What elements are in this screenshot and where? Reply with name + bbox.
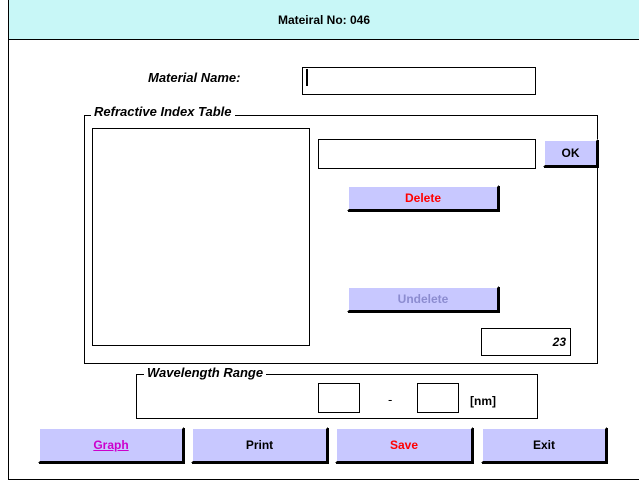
- graph-button-label: Graph: [93, 438, 129, 452]
- material-name-input[interactable]: [302, 67, 536, 95]
- ok-button[interactable]: OK: [543, 139, 598, 167]
- exit-button-label: Exit: [532, 438, 555, 452]
- save-button[interactable]: Save: [335, 427, 473, 463]
- print-button[interactable]: Print: [191, 427, 328, 463]
- wavelength-range-legend: Wavelength Range: [144, 365, 267, 380]
- wavelength-unit: [nm]: [470, 394, 496, 408]
- wavelength-min-input[interactable]: [318, 383, 360, 413]
- refractive-index-legend: Refractive Index Table: [91, 104, 235, 119]
- undelete-button[interactable]: Undelete: [347, 286, 499, 312]
- entry-count: 23: [481, 328, 571, 356]
- range-separator: -: [388, 392, 393, 407]
- text-cursor: [306, 69, 308, 86]
- graph-button[interactable]: Graph: [38, 427, 184, 463]
- print-button-label: Print: [245, 438, 274, 452]
- save-button-label: Save: [389, 438, 419, 452]
- delete-button[interactable]: Delete: [347, 185, 499, 211]
- refractive-entry-input[interactable]: [318, 139, 536, 169]
- wavelength-max-input[interactable]: [417, 383, 459, 413]
- window-title: Mateiral No: 046: [277, 13, 371, 27]
- exit-button[interactable]: Exit: [481, 427, 607, 463]
- material-name-label: Material Name:: [148, 70, 241, 85]
- refractive-index-list[interactable]: [92, 128, 310, 346]
